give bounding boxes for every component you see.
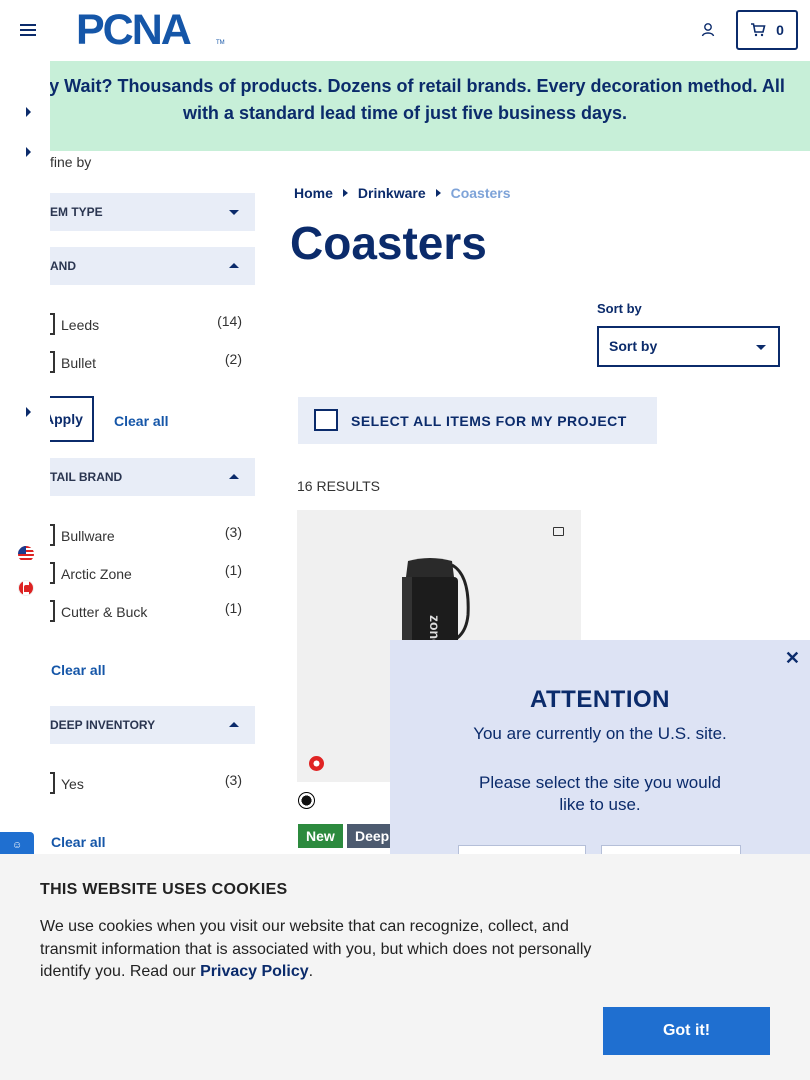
select-all-bar[interactable]: SELECT ALL ITEMS FOR MY PROJECT xyxy=(298,397,657,444)
folder-icon[interactable] xyxy=(553,527,564,536)
sort-select[interactable]: Sort by xyxy=(597,326,780,367)
logo-trademark: TM xyxy=(216,40,225,46)
site-selection-modal: ✕ ATTENTION You are currently on the U.S… xyxy=(390,640,810,885)
cookie-banner: THIS WEBSITE USES COOKIES We use cookies… xyxy=(0,854,810,1080)
facet-item-type[interactable]: EM TYPE xyxy=(50,193,255,231)
banner-line-1: y Wait? Thousands of products. Dozens of… xyxy=(49,76,785,96)
checkbox[interactable] xyxy=(50,562,55,584)
facet-option-arctic-zone[interactable]: Arctic Zone (1) xyxy=(50,562,242,584)
option-label: Yes xyxy=(61,776,84,792)
pcna-logo[interactable]: PCNA xyxy=(76,6,192,54)
chevron-up-icon xyxy=(229,263,239,268)
checkbox[interactable] xyxy=(50,313,55,335)
option-label: Leeds xyxy=(61,317,100,333)
option-count: (1) xyxy=(224,562,242,578)
option-count: (14) xyxy=(217,313,242,329)
facet-option-leeds[interactable]: Leeds (14) xyxy=(50,313,242,335)
chevron-up-icon xyxy=(229,722,239,727)
caret-right-icon xyxy=(342,189,348,197)
account-icon[interactable] xyxy=(700,22,716,38)
chevron-up-icon xyxy=(229,474,239,479)
facet-retail-brand[interactable]: TAIL BRAND xyxy=(50,458,255,496)
option-count: (3) xyxy=(224,772,242,788)
privacy-policy-link[interactable]: Privacy Policy xyxy=(200,963,309,980)
option-count: (3) xyxy=(224,524,242,540)
cookie-body: We use cookies when you visit our websit… xyxy=(40,918,592,980)
rail-arrow-icon[interactable] xyxy=(26,107,31,117)
breadcrumb-home[interactable]: Home xyxy=(294,185,333,201)
promo-banner: y Wait? Thousands of products. Dozens of… xyxy=(0,61,810,151)
rail-arrow-icon[interactable] xyxy=(26,147,31,157)
option-label: Arctic Zone xyxy=(61,566,132,582)
results-count: 16 RESULTS xyxy=(297,478,380,494)
close-icon[interactable]: ✕ xyxy=(785,648,800,669)
clear-all-link[interactable]: Clear all xyxy=(114,413,168,429)
facet-option-bullet[interactable]: Bullet (2) xyxy=(50,351,242,373)
modal-message: like to use. xyxy=(559,795,641,814)
cookie-period: . xyxy=(308,963,314,980)
facet-option-yes[interactable]: Yes (3) xyxy=(50,772,242,794)
breadcrumb: Home Drinkware Coasters xyxy=(294,185,511,201)
facet-option-cutter-buck[interactable]: Cutter & Buck (1) xyxy=(50,600,242,622)
sort-select-value: Sort by xyxy=(609,338,658,354)
clear-all-link[interactable]: Clear all xyxy=(51,662,105,678)
modal-message: Please select the site you would xyxy=(479,773,721,792)
color-swatch-icon[interactable] xyxy=(309,756,324,771)
chevron-down-icon xyxy=(229,210,239,215)
left-rail xyxy=(0,61,50,921)
facet-brand[interactable]: AND xyxy=(50,247,255,285)
chevron-down-icon xyxy=(756,345,766,350)
refine-label: fine by xyxy=(50,154,92,170)
option-label: Cutter & Buck xyxy=(61,604,148,620)
option-count: (1) xyxy=(224,600,242,616)
breadcrumb-drinkware[interactable]: Drinkware xyxy=(358,185,426,201)
canada-flag-icon[interactable] xyxy=(18,580,34,596)
modal-title: ATTENTION xyxy=(529,686,671,713)
cart-button[interactable]: 0 xyxy=(736,10,798,50)
clear-all-link[interactable]: Clear all xyxy=(51,834,105,850)
checkbox[interactable] xyxy=(50,600,55,622)
banner-line-2: with a standard lead time of just five b… xyxy=(182,103,628,123)
facet-title: EM TYPE xyxy=(50,205,103,219)
us-flag-icon[interactable] xyxy=(18,546,34,562)
cookie-text: We use cookies when you visit our websit… xyxy=(40,916,600,984)
facet-deep-inventory[interactable]: DEEP INVENTORY xyxy=(50,706,255,744)
option-label: Bullet xyxy=(61,355,97,371)
facet-title: AND xyxy=(50,259,76,273)
cart-count: 0 xyxy=(776,22,784,38)
option-label: Bullware xyxy=(61,528,115,544)
rail-arrow-icon[interactable] xyxy=(26,407,31,417)
menu-icon[interactable] xyxy=(20,24,36,36)
cookie-title: THIS WEBSITE USES COOKIES xyxy=(40,881,288,898)
got-it-button[interactable]: Got it! xyxy=(603,1007,770,1055)
new-badge: New xyxy=(298,824,343,848)
checkbox[interactable] xyxy=(50,524,55,546)
page-title: Coasters xyxy=(290,217,487,269)
checkbox[interactable] xyxy=(50,772,55,794)
checkbox[interactable] xyxy=(50,351,55,373)
caret-right-icon xyxy=(435,189,441,197)
breadcrumb-current: Coasters xyxy=(450,185,511,201)
site-header: PCNA TM 0 xyxy=(0,0,810,61)
sort-by-label: Sort by xyxy=(597,301,642,316)
select-all-checkbox[interactable] xyxy=(314,409,338,431)
facet-option-bullware[interactable]: Bullware (3) xyxy=(50,524,242,546)
option-count: (2) xyxy=(224,351,242,367)
facet-title: TAIL BRAND xyxy=(50,470,123,484)
black-color-option[interactable] xyxy=(298,792,315,809)
feedback-icon: ☺ xyxy=(12,840,23,851)
facet-title: DEEP INVENTORY xyxy=(50,718,156,732)
modal-message: You are currently on the U.S. site. xyxy=(473,724,727,743)
select-all-label: SELECT ALL ITEMS FOR MY PROJECT xyxy=(351,413,627,429)
cart-icon xyxy=(751,23,766,37)
